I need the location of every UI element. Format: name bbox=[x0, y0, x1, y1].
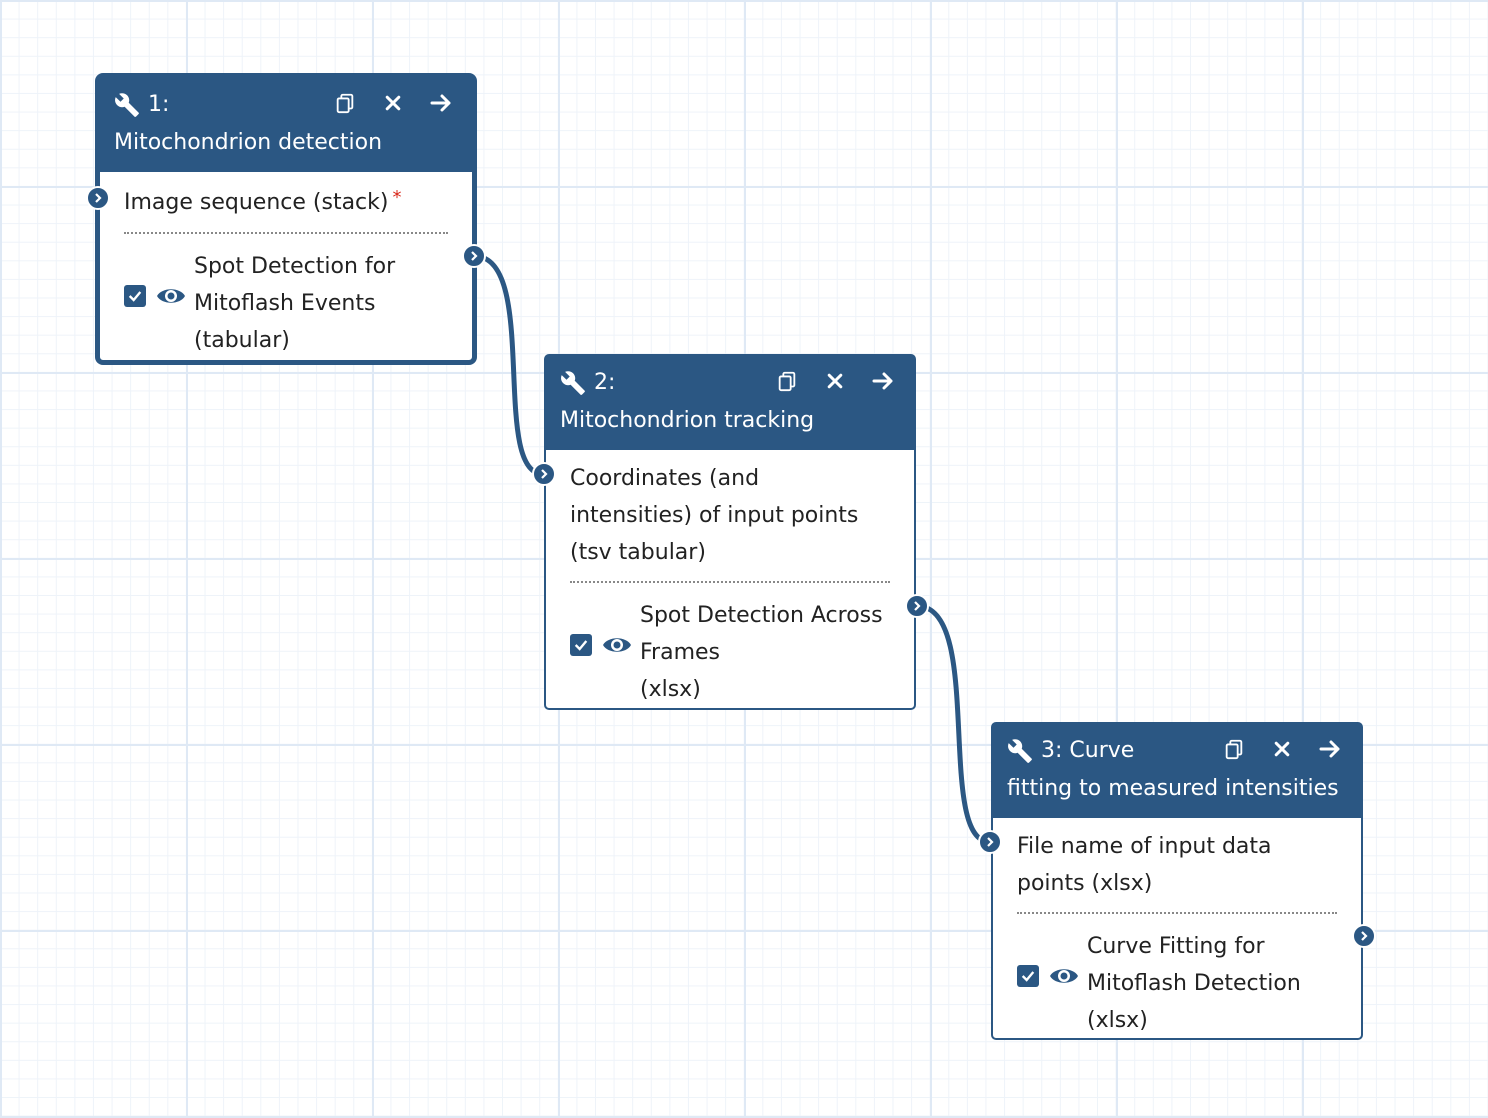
workflow-node-1[interactable]: 1: Mitochondrion detection Image sequenc… bbox=[98, 76, 474, 362]
input-label-line: File name of input data bbox=[1017, 834, 1272, 859]
output-row: Curve Fitting for Mitoflash Detection (x… bbox=[1017, 928, 1337, 1039]
divider bbox=[1017, 912, 1337, 914]
close-icon[interactable] bbox=[1269, 736, 1295, 762]
input-label-line: (tsv tabular) bbox=[570, 540, 706, 565]
input-label-line: intensities) of input points bbox=[570, 503, 859, 528]
connection-2-to-3[interactable] bbox=[916, 603, 991, 845]
node-title: fitting to measured intensities bbox=[1007, 776, 1339, 801]
copy-icon[interactable] bbox=[332, 90, 358, 116]
eye-icon[interactable] bbox=[156, 285, 186, 307]
wrench-icon bbox=[1008, 739, 1032, 763]
input-row: Image sequence (stack) * bbox=[124, 184, 448, 222]
copy-icon[interactable] bbox=[1221, 736, 1247, 762]
close-icon[interactable] bbox=[822, 368, 848, 394]
input-label-line: points (xlsx) bbox=[1017, 871, 1153, 896]
output-label-line: Spot Detection Across bbox=[640, 603, 883, 628]
output-label-line: Mitoflash Detection bbox=[1087, 971, 1301, 996]
output-label-line: Spot Detection for bbox=[194, 254, 396, 279]
output-label-line: (xlsx) bbox=[640, 677, 701, 702]
node-header[interactable]: 3: Curve fitting to measured intensities bbox=[993, 724, 1361, 818]
eye-icon[interactable] bbox=[1049, 965, 1079, 987]
node-body: Image sequence (stack) * Spot Detection f… bbox=[100, 172, 472, 373]
input-row: File name of input data points (xlsx) bbox=[1017, 828, 1337, 902]
node-body: Coordinates (and intensities) of input p… bbox=[546, 450, 914, 722]
output-terminal-node-2[interactable] bbox=[905, 594, 929, 618]
output-terminal-node-1[interactable] bbox=[462, 244, 486, 268]
output-terminal-node-3[interactable] bbox=[1352, 924, 1376, 948]
wrench-icon bbox=[561, 371, 585, 395]
input-terminal-node-1[interactable] bbox=[86, 186, 110, 210]
output-checkbox[interactable] bbox=[1017, 965, 1039, 987]
node-step-label: 3: Curve bbox=[1041, 738, 1135, 763]
copy-icon[interactable] bbox=[774, 368, 800, 394]
output-label-line: Frames bbox=[640, 640, 721, 665]
arrow-right-icon[interactable] bbox=[870, 368, 896, 394]
wrench-icon bbox=[115, 93, 139, 117]
close-icon[interactable] bbox=[380, 90, 406, 116]
input-label: Image sequence (stack) bbox=[124, 190, 389, 215]
output-label-line: (tabular) bbox=[194, 328, 290, 353]
node-step-label: 2: bbox=[594, 370, 616, 395]
required-marker: * bbox=[392, 187, 402, 208]
output-checkbox[interactable] bbox=[124, 285, 146, 307]
output-label-line: (xlsx) bbox=[1087, 1008, 1148, 1033]
output-checkbox[interactable] bbox=[570, 634, 592, 656]
output-label-line: Mitoflash Events bbox=[194, 291, 376, 316]
node-title: Mitochondrion tracking bbox=[560, 408, 815, 433]
output-label-line: Curve Fitting for bbox=[1087, 934, 1265, 959]
workflow-node-3[interactable]: 3: Curve fitting to measured intensities… bbox=[991, 722, 1363, 1040]
output-row: Spot Detection Across Frames (xlsx) bbox=[570, 597, 890, 708]
node-body: File name of input data points (xlsx) Cu… bbox=[993, 818, 1361, 1053]
divider bbox=[124, 232, 448, 234]
arrow-right-icon[interactable] bbox=[428, 90, 454, 116]
node-header[interactable]: 2: Mitochondrion tracking bbox=[546, 356, 914, 450]
eye-icon[interactable] bbox=[602, 634, 632, 656]
node-step-label: 1: bbox=[148, 92, 170, 117]
input-label-line: Coordinates (and bbox=[570, 466, 760, 491]
input-terminal-node-2[interactable] bbox=[532, 462, 556, 486]
divider bbox=[570, 581, 890, 583]
connection-1-to-2[interactable] bbox=[473, 253, 544, 477]
input-terminal-node-3[interactable] bbox=[978, 830, 1002, 854]
node-header[interactable]: 1: Mitochondrion detection bbox=[100, 78, 472, 172]
workflow-node-2[interactable]: 2: Mitochondrion tracking Coordinates (a… bbox=[544, 354, 916, 710]
input-row: Coordinates (and intensities) of input p… bbox=[570, 460, 890, 571]
node-title: Mitochondrion detection bbox=[114, 130, 383, 155]
arrow-right-icon[interactable] bbox=[1317, 736, 1343, 762]
output-row: Spot Detection for Mitoflash Events (tab… bbox=[124, 248, 448, 359]
